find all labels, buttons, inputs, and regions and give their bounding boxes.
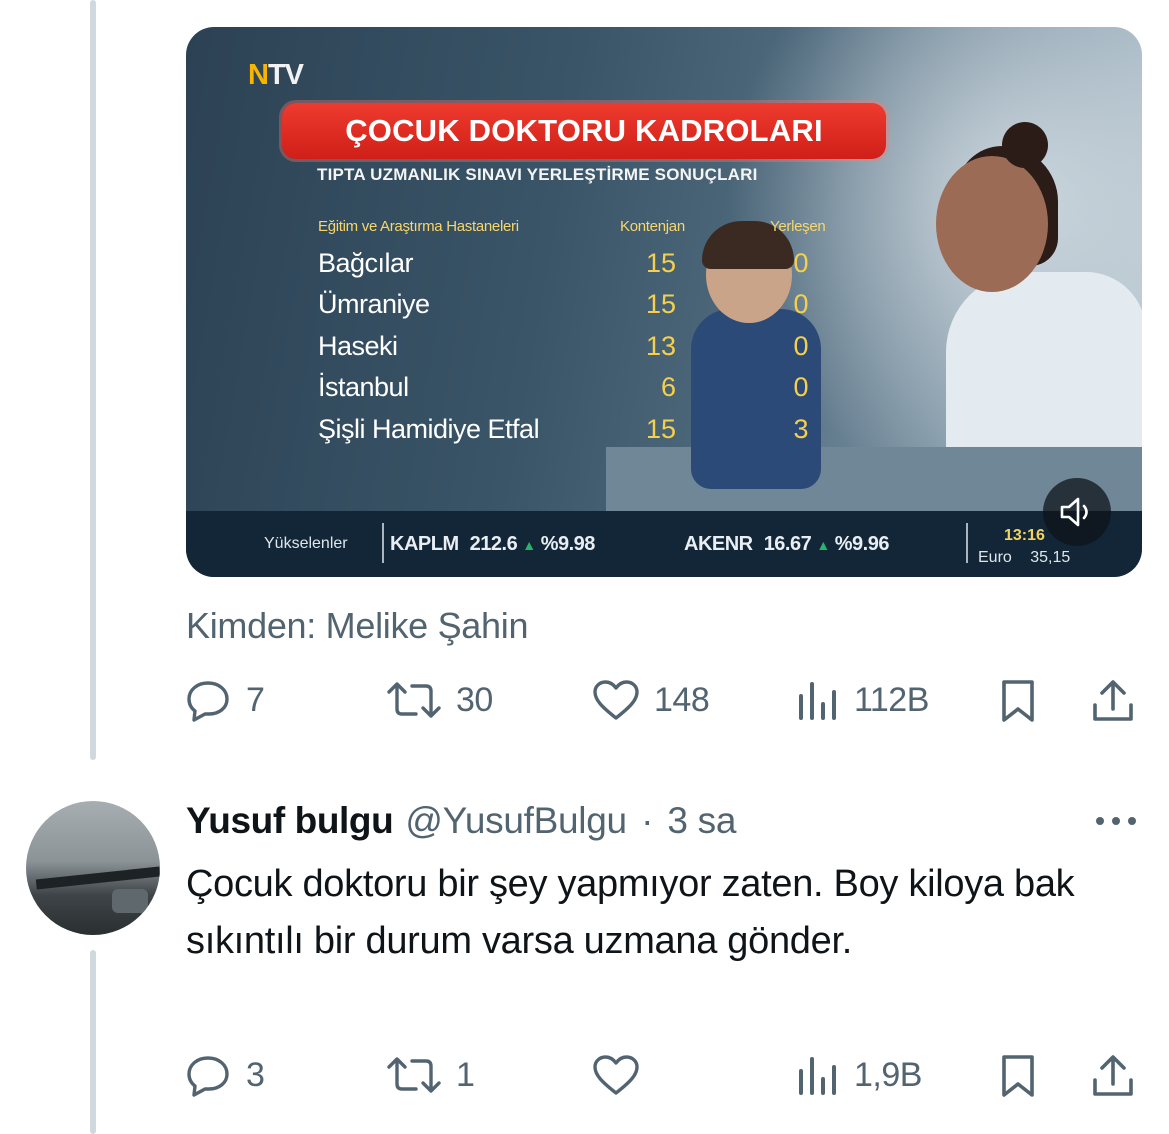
thread-line — [90, 950, 96, 1134]
table-row-placed: 0 — [793, 331, 809, 361]
video-subtitle: TIPTA UZMANLIK SINAVI YERLEŞTİRME SONUÇL… — [317, 165, 758, 184]
like-button[interactable] — [592, 1053, 654, 1097]
reply-button[interactable]: 7 — [186, 678, 265, 722]
table-row-quota: 15 — [645, 414, 676, 444]
repost-icon — [387, 682, 441, 718]
reply-action-bar: 3 1 1,9B — [186, 1053, 1136, 1097]
video-player[interactable]: NTV ÇOCUK DOKTORU KADROLARI TIPTA UZMANL… — [186, 27, 1142, 577]
ntv-logo: NTV — [248, 59, 304, 91]
ticker-price: 212.6 — [469, 533, 518, 555]
thread-line — [90, 0, 96, 760]
repost-count: 1 — [456, 1055, 475, 1094]
author-handle[interactable]: @YusufBulgu — [405, 800, 627, 841]
ticker-divider — [966, 523, 968, 563]
up-arrow-icon: ▲ — [522, 537, 536, 553]
repost-button[interactable]: 1 — [386, 1053, 475, 1097]
table-row-placed: 3 — [793, 414, 809, 444]
ticker-change: %9.96 — [834, 533, 890, 555]
table-row-name: Ümraniye — [318, 289, 430, 319]
share-button[interactable] — [1090, 678, 1136, 724]
bookmark-icon — [1002, 680, 1034, 722]
table-row-quota: 13 — [645, 331, 676, 361]
ticker-currency: Euro 35,15 — [978, 549, 1070, 567]
like-button[interactable]: 148 — [592, 678, 710, 722]
repost-icon — [387, 1057, 441, 1093]
ticker-symbol: KAPLM — [390, 533, 459, 555]
table-row-name: Bağcılar — [318, 248, 414, 278]
table-row-name: İstanbul — [318, 372, 409, 402]
reply-icon — [187, 1056, 229, 1097]
video-child-figure — [686, 217, 866, 507]
ticker-item: KAPLM 212.6 ▲ %9.98 — [390, 533, 595, 556]
ticker-symbol: AKENR — [684, 533, 753, 555]
table-row-quota: 15 — [645, 248, 676, 278]
post-action-bar: 7 30 148 112B — [186, 678, 1136, 722]
speaker-icon — [1060, 497, 1088, 527]
share-icon — [1093, 680, 1133, 721]
ticker-change: %9.98 — [540, 533, 596, 555]
ticker-divider — [382, 523, 384, 563]
bookmark-icon — [1002, 1055, 1034, 1097]
table-row-placed: 0 — [793, 372, 809, 402]
heart-icon — [593, 1055, 639, 1095]
views-button[interactable]: 1,9B — [796, 1053, 922, 1097]
table-row-name: Şişli Hamidiye Etfal — [318, 414, 540, 444]
tweet-author-line: Yusuf bulgu @YusufBulgu · 3 sa — [186, 800, 736, 842]
volume-button[interactable] — [1043, 478, 1111, 546]
table-row-quota: 15 — [645, 289, 676, 319]
table-row-name: Haseki — [318, 331, 398, 361]
table-header-quota: Kontenjan — [620, 218, 685, 235]
table-row-placed: 0 — [793, 289, 809, 319]
tweet-time[interactable]: 3 sa — [667, 800, 736, 841]
ticker-item: AKENR 16.67 ▲ %9.96 — [684, 533, 889, 556]
analytics-icon — [799, 682, 836, 720]
currency-value: 35,15 — [1030, 549, 1071, 566]
avatar[interactable] — [26, 801, 160, 935]
ticker-label: Yükselenler — [264, 535, 348, 552]
views-count: 112B — [854, 680, 929, 719]
repost-button[interactable]: 30 — [386, 678, 493, 722]
more-icon — [1096, 817, 1136, 825]
more-options-button[interactable] — [1094, 814, 1138, 833]
up-arrow-icon: ▲ — [816, 537, 830, 553]
heart-icon — [593, 680, 639, 720]
share-button[interactable] — [1090, 1053, 1136, 1099]
bookmark-button[interactable] — [998, 1053, 1038, 1099]
reply-icon — [187, 681, 229, 722]
currency-label: Euro — [978, 549, 1012, 566]
tweet-text: Çocuk doktoru bir şey yapmıyor zaten. Bo… — [186, 863, 1075, 962]
repost-count: 30 — [456, 680, 493, 719]
reply-button[interactable]: 3 — [186, 1053, 265, 1097]
like-count: 148 — [654, 680, 710, 719]
source-attribution[interactable]: Kimden: Melike Şahin — [186, 605, 528, 647]
meta-separator: · — [641, 800, 654, 841]
views-count: 1,9B — [854, 1055, 922, 1094]
ticker-time: 13:16 — [1004, 527, 1045, 544]
table-header-hospitals: Eğitim ve Araştırma Hastaneleri — [318, 218, 519, 235]
ticker-price: 16.67 — [763, 533, 812, 555]
reply-count: 7 — [246, 680, 265, 719]
stock-ticker: Yükselenler KAPLM 212.6 ▲ %9.98 AKENR 16… — [186, 511, 1142, 577]
share-icon — [1093, 1055, 1133, 1096]
author-name[interactable]: Yusuf bulgu — [186, 800, 394, 841]
table-row-placed: 0 — [793, 248, 809, 278]
bookmark-button[interactable] — [998, 678, 1038, 724]
analytics-icon — [799, 1057, 836, 1095]
views-button[interactable]: 112B — [796, 678, 929, 722]
video-banner-title: ÇOCUK DOKTORU KADROLARI — [282, 103, 886, 159]
table-row-quota: 6 — [660, 372, 676, 402]
table-header-placed: Yerleşen — [770, 218, 826, 235]
reply-count: 3 — [246, 1055, 265, 1094]
